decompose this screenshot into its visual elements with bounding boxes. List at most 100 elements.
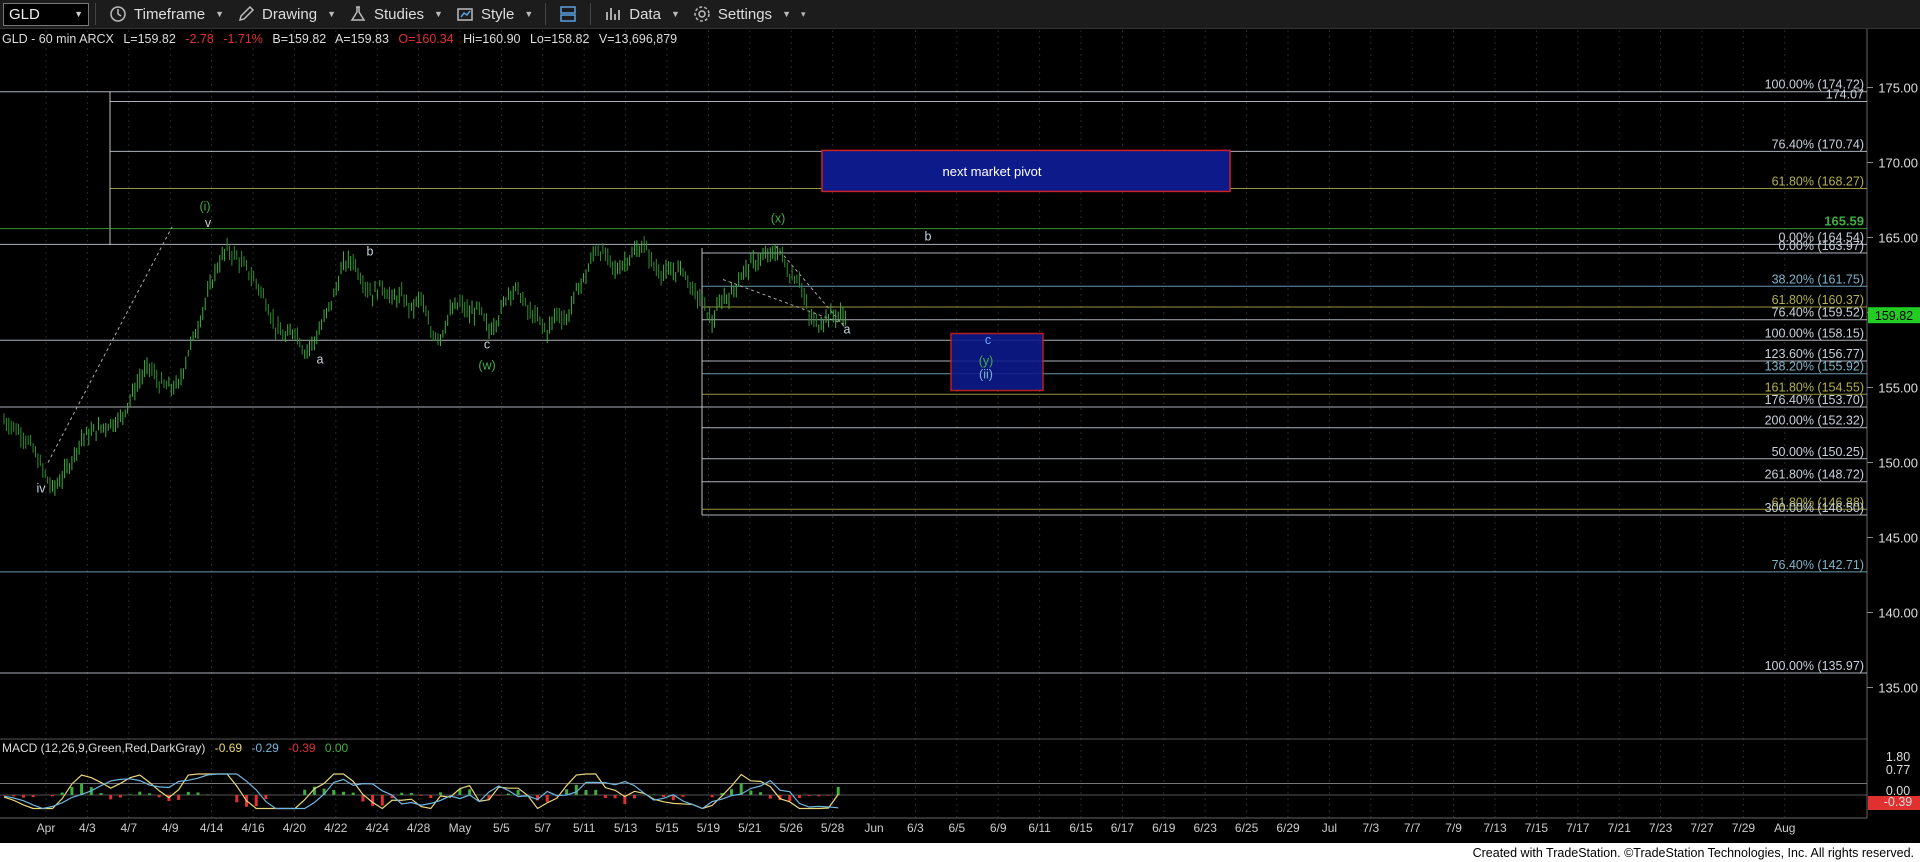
wave-label: a xyxy=(844,323,851,337)
credit-text: Created with TradeStation. ©TradeStation… xyxy=(1472,845,1914,860)
fib-level-label: 261.80% (148.72) xyxy=(1765,468,1864,482)
price-tick-label: 175.00 xyxy=(1878,81,1918,96)
open-info: O=160.34 xyxy=(398,32,453,46)
fib-level-label: 176.40% (153.70) xyxy=(1765,393,1864,407)
date-tick-label: 7/17 xyxy=(1566,821,1590,835)
price-chart[interactable]: Apr 4/3 4/7 4/9 4/14 4/16 4/20 4/22 4/24 4/28 May 5… xyxy=(0,0,1920,843)
date-tick-label: 5/15 xyxy=(655,821,679,835)
date-tick-label: 7/13 xyxy=(1483,821,1507,835)
date-tick-label: 6/17 xyxy=(1111,821,1135,835)
fib-level-label: 100.00% (158.15) xyxy=(1765,326,1864,340)
wave-label: (ii) xyxy=(979,368,993,382)
date-tick-label: 6/29 xyxy=(1276,821,1300,835)
date-tick-label: 7/23 xyxy=(1649,821,1673,835)
wave-label: iv xyxy=(36,482,46,496)
date-tick-label: 5/21 xyxy=(738,821,762,835)
date-tick-label: 6/23 xyxy=(1194,821,1218,835)
wave-label: c xyxy=(484,338,490,352)
price-tick-label: 145.00 xyxy=(1878,531,1918,546)
fib-level-label: 300.00% (146.50) xyxy=(1765,501,1864,515)
date-tick-label: 6/3 xyxy=(907,821,924,835)
fib-level-label: 100.00% (135.97) xyxy=(1765,659,1864,673)
date-tick-label: 6/19 xyxy=(1152,821,1176,835)
fib-level-label: 174.07 xyxy=(1826,87,1864,101)
date-tick-label: Aug xyxy=(1774,821,1795,835)
macd-axis-label: -0.39 xyxy=(1884,795,1913,809)
pivot-box-label: next market pivot xyxy=(943,164,1042,179)
price-tick-label: 165.00 xyxy=(1878,231,1918,246)
price-axis-background xyxy=(1868,29,1920,819)
date-tick-label: 4/20 xyxy=(283,821,307,835)
date-tick-label: Jul xyxy=(1322,821,1337,835)
date-tick-label: 4/22 xyxy=(324,821,348,835)
wave-label: c xyxy=(985,333,991,347)
wave-label: (i) xyxy=(199,200,210,214)
date-tick-label: 7/3 xyxy=(1362,821,1379,835)
date-tick-label: 6/5 xyxy=(948,821,965,835)
change-pct-info: -1.71% xyxy=(223,32,263,46)
macd-signal-value: -0.29 xyxy=(251,741,279,755)
date-tick-label: 5/5 xyxy=(493,821,510,835)
price-tick-label: 155.00 xyxy=(1878,381,1918,396)
date-tick-label: 4/24 xyxy=(366,821,390,835)
price-tick-label: 170.00 xyxy=(1878,156,1918,171)
wave-label: b xyxy=(925,230,932,244)
fib-level-label: 138.20% (155.92) xyxy=(1765,360,1864,374)
date-tick-label: 6/25 xyxy=(1235,821,1259,835)
date-tick-label: 5/28 xyxy=(821,821,845,835)
wave-label: (x) xyxy=(771,212,786,226)
symbol-info-line: GLD - 60 min ARCX L=159.82 -2.78 -1.71% … xyxy=(2,32,677,46)
fib-level-label: 38.20% (161.75) xyxy=(1772,272,1864,286)
date-tick-label: 4/3 xyxy=(79,821,96,835)
fib-level-label: 165.59 xyxy=(1824,214,1864,229)
date-tick-label: 4/28 xyxy=(407,821,431,835)
price-tick-label: 140.00 xyxy=(1878,606,1918,621)
date-tick-label: 6/11 xyxy=(1028,821,1051,835)
symbol-info: GLD - 60 min ARCX xyxy=(2,32,115,46)
wave-label: b xyxy=(367,245,374,259)
fib-level-label: 76.40% (159.52) xyxy=(1772,306,1864,320)
macd-hist-value: -0.39 xyxy=(288,741,316,755)
date-tick-label: 7/7 xyxy=(1404,821,1421,835)
date-tick-label: 5/19 xyxy=(697,821,721,835)
macd-header: MACD (12,26,9,Green,Red,DarkGray) -0.69 … xyxy=(2,741,349,755)
price-tick-label: 150.00 xyxy=(1878,456,1918,471)
low-info: Lo=158.82 xyxy=(530,32,589,46)
date-tick-label: 7/27 xyxy=(1690,821,1714,835)
date-tick-label: 5/11 xyxy=(573,821,596,835)
date-tick-label: 4/16 xyxy=(241,821,265,835)
fib-level-label: 0.00% (163.97) xyxy=(1779,239,1864,253)
date-tick-label: 7/15 xyxy=(1525,821,1549,835)
fib-level-label: 76.40% (170.74) xyxy=(1772,137,1864,151)
change-info: -2.78 xyxy=(185,32,214,46)
date-tick-label: 6/15 xyxy=(1069,821,1093,835)
price-tick-label: 135.00 xyxy=(1878,681,1918,696)
last-price-label: 159.82 xyxy=(1875,309,1913,323)
wave-label: a xyxy=(317,353,324,367)
fib-level-label: 76.40% (142.71) xyxy=(1772,558,1864,572)
date-tick-label: 4/14 xyxy=(200,821,224,835)
date-tick-label: 7/21 xyxy=(1608,821,1632,835)
macd-zero-value: 0.00 xyxy=(325,741,349,755)
macd-title: MACD (12,26,9,Green,Red,DarkGray) xyxy=(2,741,205,755)
fib-level-label: 200.00% (152.32) xyxy=(1765,414,1864,428)
date-tick-label: 4/7 xyxy=(120,821,137,835)
high-info: Hi=160.90 xyxy=(463,32,520,46)
date-tick-label: Jun xyxy=(864,821,883,835)
date-tick-label: 7/9 xyxy=(1445,821,1462,835)
macd-axis-label: 0.77 xyxy=(1886,763,1910,777)
wave-label: (y) xyxy=(979,354,994,368)
fib-level-label: 61.80% (168.27) xyxy=(1772,174,1864,188)
date-tick-label: 4/9 xyxy=(162,821,179,835)
footer: Created with TradeStation. ©TradeStation… xyxy=(0,843,1920,862)
ask-info: A=159.83 xyxy=(335,32,389,46)
wave-label: (w) xyxy=(478,359,495,373)
macd-value: -0.69 xyxy=(215,741,243,755)
date-tick-label: 7/29 xyxy=(1732,821,1756,835)
last-price-info: L=159.82 xyxy=(123,32,176,46)
date-tick-label: May xyxy=(449,821,472,835)
date-tick-label: Apr xyxy=(37,821,56,835)
date-tick-label: 5/13 xyxy=(614,821,638,835)
date-tick-label: 6/9 xyxy=(990,821,1007,835)
date-tick-label: 5/7 xyxy=(534,821,551,835)
